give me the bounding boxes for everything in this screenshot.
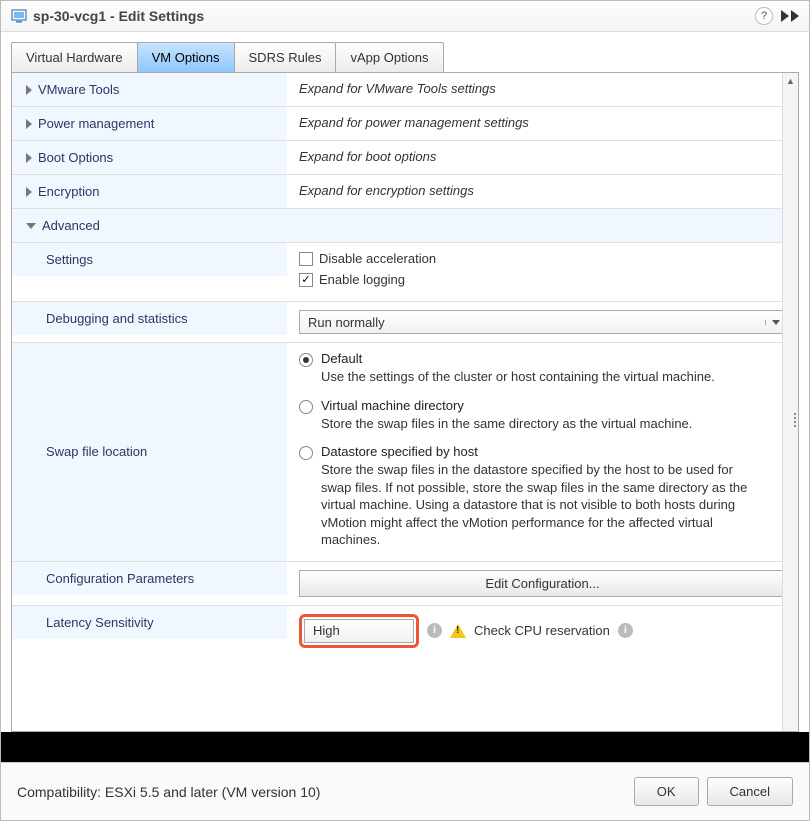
checkbox-checked-icon: ✓ xyxy=(299,273,313,287)
chevron-down-icon xyxy=(26,223,36,229)
radio-icon xyxy=(299,400,313,414)
row-config-params: Configuration Parameters Edit Configurat… xyxy=(12,562,798,606)
warning-icon xyxy=(450,624,466,638)
disable-acceleration-checkbox[interactable]: Disable acceleration xyxy=(299,251,786,266)
resize-handle-icon[interactable] xyxy=(792,413,798,427)
debugging-select[interactable]: Run normally xyxy=(299,310,786,334)
compatibility-text: Compatibility: ESXi 5.5 and later (VM ve… xyxy=(17,784,626,800)
swap-radio-vmdir[interactable]: Virtual machine directory Store the swap… xyxy=(299,398,786,433)
scrollbar[interactable]: ▲ xyxy=(782,73,798,731)
row-encryption[interactable]: Encryption Expand for encryption setting… xyxy=(12,175,798,209)
row-debugging: Debugging and statistics Run normally xyxy=(12,302,798,343)
tab-vapp-options[interactable]: vApp Options xyxy=(335,42,443,72)
cancel-button[interactable]: Cancel xyxy=(707,777,793,806)
row-advanced[interactable]: Advanced xyxy=(12,209,798,243)
row-vmware-tools[interactable]: VMware Tools Expand for VMware Tools set… xyxy=(12,73,798,107)
help-icon[interactable]: ? xyxy=(755,7,773,25)
tab-bar: Virtual Hardware VM Options SDRS Rules v… xyxy=(1,32,809,72)
row-settings: Settings Disable acceleration ✓ Enable l… xyxy=(12,243,798,302)
tab-sdrs-rules[interactable]: SDRS Rules xyxy=(234,42,337,72)
swap-radio-datastore[interactable]: Datastore specified by host Store the sw… xyxy=(299,444,786,549)
checkbox-icon xyxy=(299,252,313,266)
content-panel: VMware Tools Expand for VMware Tools set… xyxy=(11,72,799,732)
row-power-management[interactable]: Power management Expand for power manage… xyxy=(12,107,798,141)
latency-warning-text: Check CPU reservation xyxy=(474,623,610,638)
edit-settings-dialog: sp-30-vcg1 - Edit Settings ? Virtual Har… xyxy=(0,0,810,821)
radio-icon xyxy=(299,446,313,460)
chevron-right-icon xyxy=(26,153,32,163)
dialog-footer: Compatibility: ESXi 5.5 and later (VM ve… xyxy=(1,762,809,820)
swap-radio-default[interactable]: Default Use the settings of the cluster … xyxy=(299,351,786,386)
info-icon[interactable]: i xyxy=(427,623,442,638)
vm-icon xyxy=(11,8,27,24)
latency-select[interactable]: High xyxy=(304,619,414,643)
enable-logging-checkbox[interactable]: ✓ Enable logging xyxy=(299,272,786,287)
dialog-title: sp-30-vcg1 - Edit Settings xyxy=(33,8,755,24)
tab-vm-options[interactable]: VM Options xyxy=(137,42,235,72)
tab-virtual-hardware[interactable]: Virtual Hardware xyxy=(11,42,138,72)
chevron-right-icon xyxy=(26,119,32,129)
title-bar: sp-30-vcg1 - Edit Settings ? xyxy=(1,1,809,32)
row-swap-location: Swap file location Default Use the setti… xyxy=(12,343,798,562)
expand-arrows-icon[interactable] xyxy=(781,10,799,22)
info-icon[interactable]: i xyxy=(618,623,633,638)
row-boot-options[interactable]: Boot Options Expand for boot options xyxy=(12,141,798,175)
latency-highlight: High xyxy=(299,614,419,648)
chevron-right-icon xyxy=(26,187,32,197)
row-latency-sensitivity: Latency Sensitivity High i Check CPU res… xyxy=(12,606,798,656)
scroll-up-icon[interactable]: ▲ xyxy=(783,73,798,89)
chevron-right-icon xyxy=(26,85,32,95)
edit-configuration-button[interactable]: Edit Configuration... xyxy=(299,570,786,597)
radio-checked-icon xyxy=(299,353,313,367)
ok-button[interactable]: OK xyxy=(634,777,699,806)
footer-gap xyxy=(1,732,809,762)
